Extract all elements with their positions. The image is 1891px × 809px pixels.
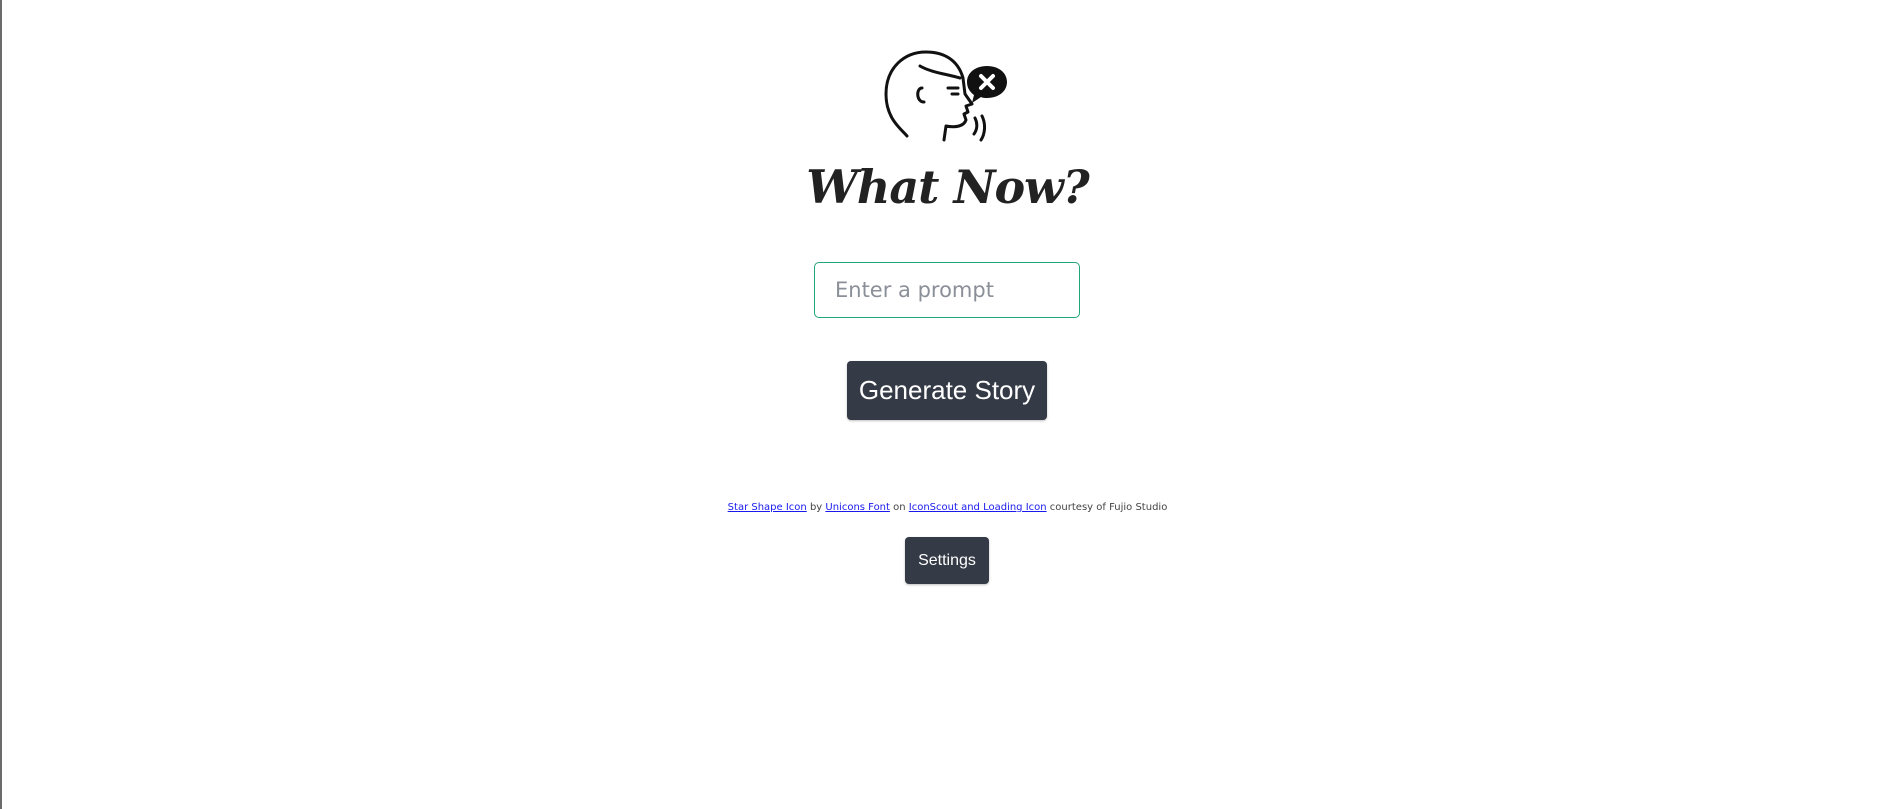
- page: What Now? Generate Story Star Shape Icon…: [0, 0, 1891, 809]
- close-icon: [967, 66, 1007, 103]
- person-speaking-icon: [884, 50, 1007, 142]
- star-shape-icon-link[interactable]: Star Shape Icon: [728, 502, 807, 513]
- generate-story-button[interactable]: Generate Story: [847, 361, 1047, 420]
- unicons-font-link[interactable]: Unicons Font: [825, 502, 890, 513]
- attribution-text: Star Shape Icon by Unicons Font on IconS…: [2, 502, 1891, 513]
- iconscout-link[interactable]: IconScout and Loading Icon: [909, 502, 1047, 513]
- attribution-courtesy: courtesy of Fujio Studio: [1046, 502, 1168, 513]
- attribution-by: by: [806, 502, 826, 513]
- prompt-input[interactable]: [814, 262, 1080, 318]
- attribution-on: on: [889, 502, 909, 513]
- page-title: What Now?: [806, 160, 1089, 214]
- settings-button[interactable]: Settings: [905, 537, 989, 584]
